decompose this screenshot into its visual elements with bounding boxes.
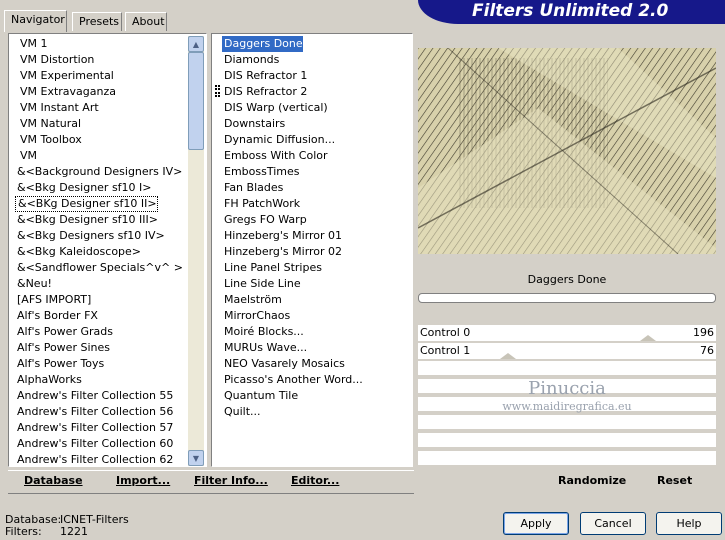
- cancel-button[interactable]: Cancel: [580, 512, 646, 535]
- progress-bar: [418, 293, 716, 303]
- tab-about[interactable]: About: [125, 12, 167, 31]
- category-item[interactable]: &<Bkg Designer sf10 III>: [15, 212, 158, 228]
- apply-button[interactable]: Apply: [503, 512, 569, 535]
- preview-image: [418, 48, 716, 254]
- scroll-up-button[interactable]: ▲: [188, 36, 204, 52]
- filter-item[interactable]: Downstairs: [222, 116, 285, 132]
- help-button[interactable]: Help: [656, 512, 722, 535]
- tab-navigator[interactable]: Navigator: [4, 10, 67, 32]
- app-title: Filters Unlimited 2.0: [472, 1, 669, 21]
- filter-item[interactable]: EmbossTimes: [222, 164, 300, 180]
- control-0-label: Control 0: [420, 326, 471, 339]
- filter-info-link[interactable]: Filter Info...: [194, 474, 268, 490]
- reset-link[interactable]: Reset: [657, 474, 692, 490]
- filter-item[interactable]: Quantum Tile: [222, 388, 298, 404]
- category-item[interactable]: Alf's Power Sines: [15, 340, 110, 356]
- category-item[interactable]: &<Sandflower Specials^v^ >: [15, 260, 183, 276]
- filter-item[interactable]: DIS Refractor 1: [222, 68, 307, 84]
- database-link[interactable]: Database: [24, 474, 83, 490]
- category-item[interactable]: &<Bkg Designer sf10 I>: [15, 180, 152, 196]
- status-filters-value: 1221: [60, 525, 88, 538]
- filter-item[interactable]: FH PatchWork: [222, 196, 300, 212]
- filter-item[interactable]: MURUs Wave...: [222, 340, 307, 356]
- tab-presets[interactable]: Presets: [72, 12, 122, 31]
- category-item[interactable]: VM Distortion: [18, 52, 94, 68]
- control-0-value: 196: [693, 326, 714, 339]
- category-item[interactable]: Andrew's Filter Collection 60: [15, 436, 173, 452]
- filter-item[interactable]: Maelström: [222, 292, 282, 308]
- control-slot: [418, 415, 716, 429]
- import-link[interactable]: Import...: [116, 474, 170, 490]
- filter-item[interactable]: Hinzeberg's Mirror 01: [222, 228, 342, 244]
- category-item[interactable]: &Neu!: [15, 276, 52, 292]
- filter-item[interactable]: DIS Refractor 2: [222, 84, 307, 100]
- control-1-value: 76: [700, 344, 714, 357]
- filter-item[interactable]: Daggers Done: [222, 36, 303, 52]
- category-item[interactable]: Andrew's Filter Collection 62: [15, 452, 173, 466]
- control-1-row[interactable]: Control 1 76: [418, 343, 716, 359]
- filter-item[interactable]: Line Panel Stripes: [222, 260, 322, 276]
- category-list[interactable]: VM 1 VM Distortion VM Experimental VM Extra…: [8, 33, 207, 467]
- filter-item[interactable]: Diamonds: [222, 52, 279, 68]
- scroll-thumb[interactable]: [188, 52, 204, 150]
- category-item[interactable]: [AFS IMPORT]: [15, 292, 91, 308]
- category-item[interactable]: VM 1: [18, 36, 48, 52]
- category-scrollbar[interactable]: ▲ ▼: [188, 36, 204, 466]
- category-item[interactable]: VM Toolbox: [18, 132, 82, 148]
- watermark-name: Pinuccia: [528, 378, 606, 399]
- category-item[interactable]: VM Natural: [18, 116, 81, 132]
- filter-item[interactable]: Gregs FO Warp: [222, 212, 307, 228]
- status-filters: Filters: 1221: [5, 525, 88, 538]
- category-item[interactable]: VM Instant Art: [18, 100, 99, 116]
- category-item[interactable]: Alf's Power Grads: [15, 324, 113, 340]
- scroll-down-button[interactable]: ▼: [188, 450, 204, 466]
- control-0-row[interactable]: Control 0 196: [418, 325, 716, 341]
- control-slot: [418, 361, 716, 375]
- control-slot: [418, 433, 716, 447]
- filter-item[interactable]: Emboss With Color: [222, 148, 328, 164]
- filter-item[interactable]: Fan Blades: [222, 180, 283, 196]
- preview-filter-name: Daggers Done: [527, 273, 607, 286]
- filter-item[interactable]: MirrorChaos: [222, 308, 290, 324]
- category-item[interactable]: VM: [18, 148, 37, 164]
- category-item[interactable]: &<Background Designers IV>: [15, 164, 182, 180]
- filter-item[interactable]: Quilt...: [222, 404, 261, 420]
- filter-item[interactable]: Moiré Blocks...: [222, 324, 304, 340]
- category-item[interactable]: VM Extravaganza: [18, 84, 116, 100]
- category-item[interactable]: &<Bkg Designers sf10 IV>: [15, 228, 165, 244]
- category-item[interactable]: Alf's Border FX: [15, 308, 98, 324]
- filter-item[interactable]: Hinzeberg's Mirror 02: [222, 244, 342, 260]
- category-item[interactable]: &<Bkg Kaleidoscope>: [15, 244, 141, 260]
- category-item[interactable]: VM Experimental: [18, 68, 114, 84]
- category-item[interactable]: Andrew's Filter Collection 57: [15, 420, 173, 436]
- category-item[interactable]: &<BKg Designer sf10 II>: [15, 196, 158, 212]
- drag-handle-icon[interactable]: [215, 85, 220, 97]
- editor-link[interactable]: Editor...: [291, 474, 339, 490]
- filter-list[interactable]: Daggers Done Diamonds DIS Refractor 1 DIS R…: [211, 33, 413, 467]
- filter-item[interactable]: Line Side Line: [222, 276, 301, 292]
- category-item[interactable]: AlphaWorks: [15, 372, 82, 388]
- slider-thumb-icon[interactable]: [640, 335, 656, 341]
- watermark-url: www.maidiregrafica.eu: [502, 400, 632, 413]
- filter-item[interactable]: DIS Warp (vertical): [222, 100, 328, 116]
- slider-thumb-icon[interactable]: [500, 353, 516, 359]
- control-slot: [418, 451, 716, 465]
- category-item[interactable]: Alf's Power Toys: [15, 356, 104, 372]
- filter-item[interactable]: Picasso's Another Word...: [222, 372, 363, 388]
- status-filters-label: Filters:: [5, 525, 42, 538]
- filter-item[interactable]: Dynamic Diffusion...: [222, 132, 335, 148]
- category-item[interactable]: Andrew's Filter Collection 56: [15, 404, 173, 420]
- randomize-link[interactable]: Randomize: [558, 474, 626, 490]
- category-item[interactable]: Andrew's Filter Collection 55: [15, 388, 173, 404]
- control-1-label: Control 1: [420, 344, 471, 357]
- filter-item[interactable]: NEO Vasarely Mosaics: [222, 356, 345, 372]
